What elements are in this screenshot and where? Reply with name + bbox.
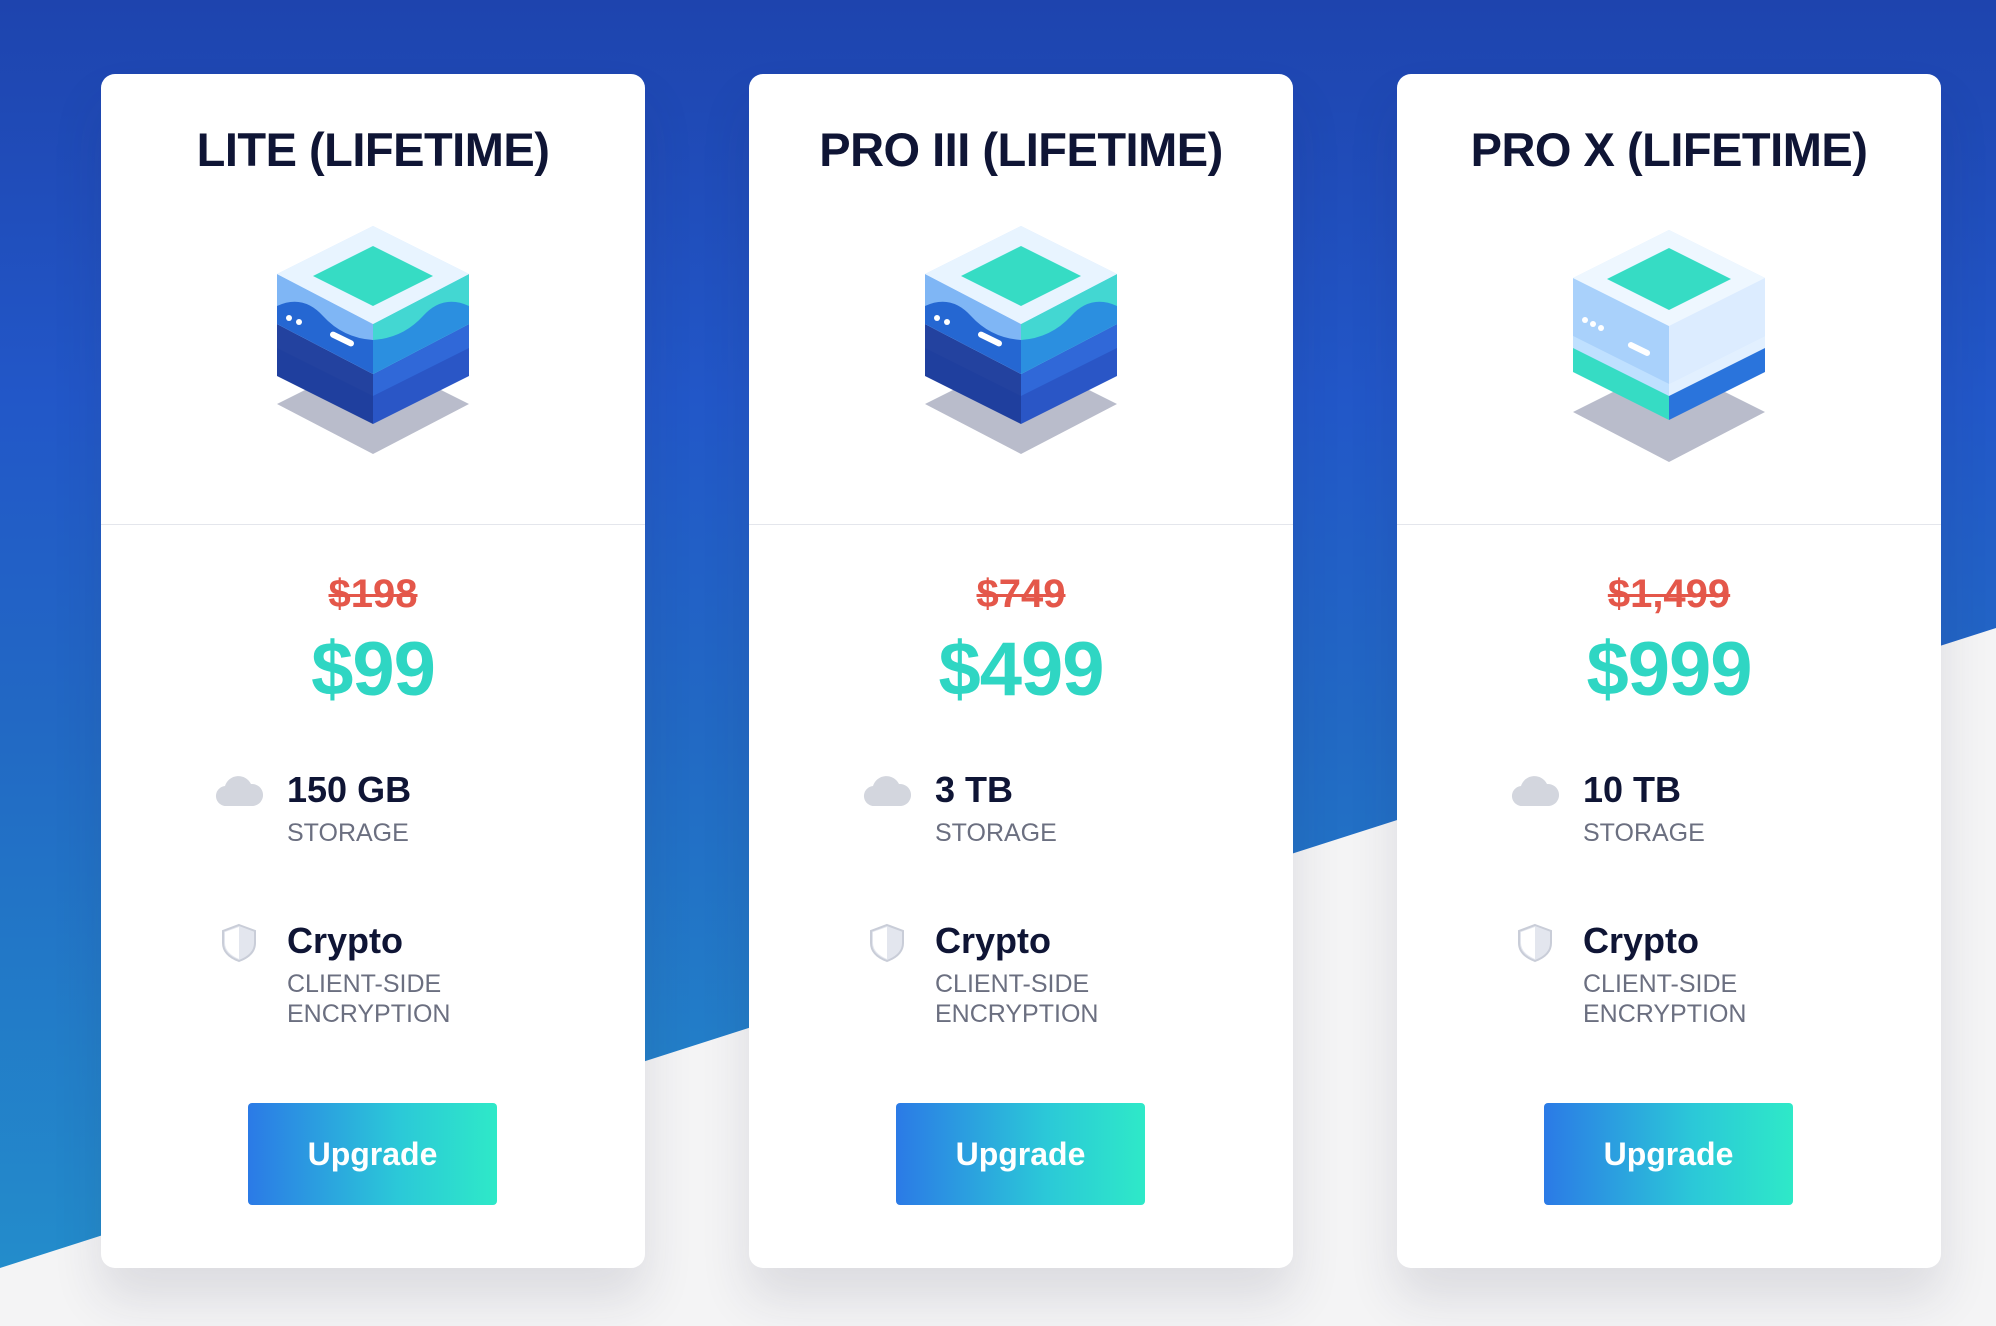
- plan-card-lite: LITE (LIFETIME) $198 $99 150 GB STORAGE …: [101, 74, 645, 1268]
- feature-storage: 10 TB STORAGE: [1512, 768, 1705, 848]
- feature-storage: 3 TB STORAGE: [864, 768, 1057, 848]
- crypto-label-line1: CLIENT-SIDE: [287, 970, 442, 998]
- plan-title: LITE (LIFETIME): [196, 123, 550, 176]
- plan-card-pro-iii: PRO III (LIFETIME) $749 $499 3 TB STORAG…: [749, 74, 1293, 1268]
- crypto-label-line2: ENCRYPTION: [1583, 1000, 1747, 1028]
- crypto-label: CLIENT-SIDE ENCRYPTION: [287, 969, 450, 1029]
- crypto-label-line2: ENCRYPTION: [287, 1000, 451, 1028]
- crypto-label-line1: CLIENT-SIDE: [935, 970, 1090, 998]
- plan-title: PRO X (LIFETIME): [1470, 123, 1868, 176]
- storage-label: STORAGE: [1583, 819, 1705, 847]
- crypto-label-line2: ENCRYPTION: [935, 1000, 1099, 1028]
- shield-icon: [215, 923, 263, 963]
- old-price: $749: [976, 572, 1066, 616]
- plan-header: PRO X (LIFETIME): [1397, 74, 1941, 525]
- upgrade-button[interactable]: Upgrade: [896, 1103, 1145, 1205]
- price: $99: [311, 627, 436, 712]
- old-price: $1,499: [1607, 572, 1731, 616]
- storage-label: STORAGE: [287, 819, 409, 847]
- feature-crypto: Crypto CLIENT-SIDE ENCRYPTION: [222, 919, 450, 1029]
- storage-box-icon: [273, 224, 473, 464]
- feature-crypto: Crypto CLIENT-SIDE ENCRYPTION: [1518, 919, 1746, 1029]
- old-price: $198: [328, 572, 418, 616]
- storage-label: STORAGE: [935, 819, 1057, 847]
- shield-icon: [863, 923, 911, 963]
- shield-icon: [1511, 923, 1559, 963]
- crypto-label-line1: CLIENT-SIDE: [1583, 970, 1738, 998]
- cloud-icon: [863, 772, 911, 812]
- cloud-icon: [215, 772, 263, 812]
- crypto-label: CLIENT-SIDE ENCRYPTION: [935, 969, 1098, 1029]
- cloud-icon: [1511, 772, 1559, 812]
- crypto-value: Crypto: [287, 920, 403, 961]
- crypto-value: Crypto: [935, 920, 1051, 961]
- plan-header: LITE (LIFETIME): [101, 74, 645, 525]
- crypto-label: CLIENT-SIDE ENCRYPTION: [1583, 969, 1746, 1029]
- crypto-value: Crypto: [1583, 920, 1699, 961]
- plan-card-pro-x: PRO X (LIFETIME) $1,499 $999 10 TB STORA…: [1397, 74, 1941, 1268]
- price: $999: [1586, 627, 1752, 712]
- price: $499: [938, 627, 1104, 712]
- storage-box-icon: [921, 224, 1121, 464]
- upgrade-button[interactable]: Upgrade: [1544, 1103, 1793, 1205]
- storage-value: 150 GB: [287, 769, 412, 810]
- server-box-icon: [1569, 224, 1769, 464]
- upgrade-button[interactable]: Upgrade: [248, 1103, 497, 1205]
- feature-storage: 150 GB STORAGE: [216, 768, 412, 848]
- plan-header: PRO III (LIFETIME): [749, 74, 1293, 525]
- pricing-cards: LITE (LIFETIME) $198 $99 150 GB STORAGE …: [101, 74, 1941, 1268]
- feature-crypto: Crypto CLIENT-SIDE ENCRYPTION: [870, 919, 1098, 1029]
- storage-value: 3 TB: [935, 769, 1014, 810]
- storage-value: 10 TB: [1583, 769, 1682, 810]
- plan-title: PRO III (LIFETIME): [819, 123, 1223, 176]
